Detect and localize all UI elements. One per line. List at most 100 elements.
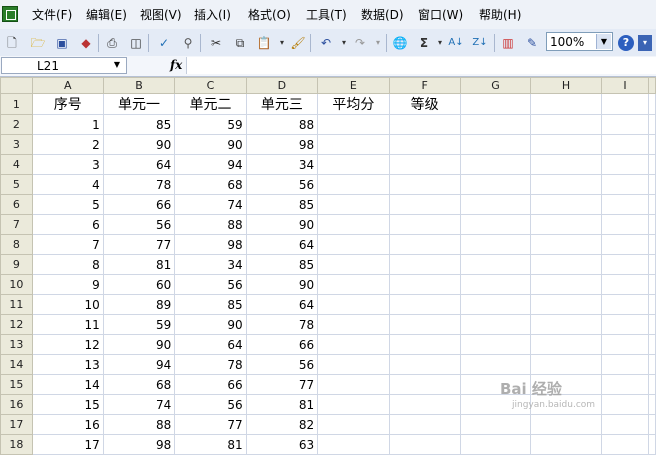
cell[interactable] <box>648 294 656 315</box>
cell[interactable]: 64 <box>102 154 176 175</box>
column-header-f[interactable]: F <box>388 77 461 94</box>
cell[interactable] <box>600 314 650 335</box>
row-header[interactable]: 10 <box>0 274 33 295</box>
cell[interactable] <box>600 194 650 215</box>
paste-icon[interactable]: 📋 <box>256 35 272 51</box>
cell[interactable] <box>459 93 532 115</box>
row-header[interactable]: 11 <box>0 294 33 315</box>
cell[interactable] <box>459 234 532 255</box>
permission-icon[interactable]: ◆ <box>78 35 94 51</box>
cell[interactable] <box>648 214 656 235</box>
cell[interactable] <box>388 214 461 235</box>
chevron-down-icon[interactable]: ▼ <box>596 34 611 49</box>
cell[interactable] <box>388 254 461 275</box>
menu-view[interactable]: 视图(V) <box>140 6 182 23</box>
cell[interactable]: 10 <box>31 294 104 315</box>
cell[interactable] <box>459 414 532 435</box>
column-header-a[interactable]: A <box>31 77 104 94</box>
cell[interactable]: 74 <box>102 394 176 415</box>
cell[interactable]: 94 <box>102 354 176 375</box>
cell[interactable] <box>600 214 650 235</box>
cell[interactable] <box>317 394 390 415</box>
cell[interactable] <box>648 194 656 215</box>
sort-descending-icon[interactable]: Z↓ <box>472 35 488 51</box>
cell[interactable] <box>648 174 656 195</box>
cell[interactable] <box>388 314 461 335</box>
cell[interactable] <box>459 134 532 155</box>
cell[interactable]: 74 <box>174 194 247 215</box>
cell[interactable] <box>530 93 602 115</box>
cell[interactable] <box>388 154 461 175</box>
row-header[interactable]: 9 <box>0 254 33 275</box>
cell[interactable] <box>459 354 532 375</box>
cell[interactable] <box>317 214 390 235</box>
cell[interactable]: 单元三 <box>245 93 319 115</box>
cell[interactable] <box>530 114 602 135</box>
cell[interactable] <box>459 114 532 135</box>
cell[interactable] <box>600 354 650 375</box>
cell[interactable]: 85 <box>102 114 176 135</box>
row-header[interactable]: 12 <box>0 314 33 335</box>
print-preview-icon[interactable]: ◫ <box>128 35 144 51</box>
cell[interactable] <box>459 154 532 175</box>
drawing-icon[interactable]: ✎ <box>524 35 540 51</box>
cell[interactable] <box>317 334 390 355</box>
cell[interactable] <box>388 194 461 215</box>
cell[interactable] <box>600 334 650 355</box>
cell[interactable]: 78 <box>174 354 247 375</box>
row-header[interactable]: 6 <box>0 194 33 215</box>
research-icon[interactable]: ⚲ <box>180 35 196 51</box>
excel-app-icon[interactable] <box>2 6 18 22</box>
cell[interactable]: 3 <box>31 154 104 175</box>
menu-help[interactable]: 帮助(H) <box>479 6 521 23</box>
cell[interactable] <box>600 93 650 115</box>
cell[interactable]: 56 <box>102 214 176 235</box>
cell[interactable] <box>530 254 602 275</box>
cell[interactable]: 77 <box>245 374 319 395</box>
cell[interactable]: 68 <box>102 374 176 395</box>
cell[interactable] <box>317 134 390 155</box>
row-header[interactable]: 8 <box>0 234 33 255</box>
cell[interactable] <box>600 294 650 315</box>
cell[interactable]: 64 <box>245 234 319 255</box>
cell[interactable]: 81 <box>245 394 319 415</box>
cell[interactable]: 90 <box>102 334 176 355</box>
chart-wizard-icon[interactable]: ▥ <box>500 35 516 51</box>
column-header-c[interactable]: C <box>174 77 247 94</box>
cell[interactable] <box>459 194 532 215</box>
cell[interactable]: 等级 <box>388 93 461 115</box>
cell[interactable]: 9 <box>31 274 104 295</box>
paste-dropdown-icon[interactable]: ▾ <box>274 35 290 51</box>
cell[interactable]: 90 <box>174 134 247 155</box>
cell[interactable] <box>317 434 390 455</box>
cell[interactable] <box>600 154 650 175</box>
cell[interactable] <box>459 294 532 315</box>
cell[interactable]: 81 <box>102 254 176 275</box>
row-header[interactable]: 18 <box>0 434 33 455</box>
undo-dropdown-icon[interactable]: ▾ <box>336 35 352 51</box>
menu-file[interactable]: 文件(F) <box>32 6 72 23</box>
format-painter-icon[interactable]: 🖌 <box>290 35 306 51</box>
menu-window[interactable]: 窗口(W) <box>418 6 463 23</box>
cell[interactable]: 56 <box>245 174 319 195</box>
cell[interactable] <box>317 174 390 195</box>
cell[interactable]: 94 <box>174 154 247 175</box>
cell[interactable] <box>317 234 390 255</box>
cell[interactable] <box>459 174 532 195</box>
cell[interactable]: 34 <box>245 154 319 175</box>
cell[interactable] <box>317 254 390 275</box>
cell[interactable] <box>530 354 602 375</box>
cell[interactable] <box>600 374 650 395</box>
cell[interactable] <box>388 334 461 355</box>
cell[interactable]: 15 <box>31 394 104 415</box>
cell[interactable]: 81 <box>174 434 247 455</box>
cell[interactable]: 17 <box>31 434 104 455</box>
cell[interactable]: 82 <box>245 414 319 435</box>
toolbar-options-icon[interactable]: ▾ <box>638 35 652 51</box>
cell[interactable]: 64 <box>245 294 319 315</box>
cell[interactable] <box>530 294 602 315</box>
column-header-b[interactable]: B <box>102 77 176 94</box>
cell[interactable]: 63 <box>245 434 319 455</box>
cell[interactable] <box>317 354 390 375</box>
row-header[interactable]: 13 <box>0 334 33 355</box>
